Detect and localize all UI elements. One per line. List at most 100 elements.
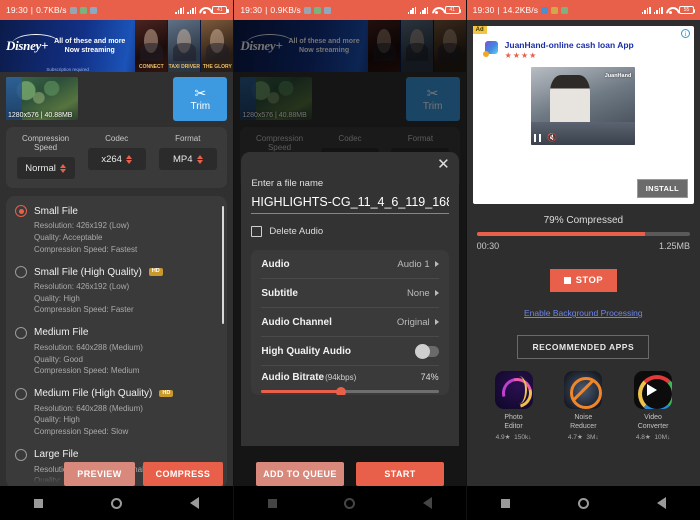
install-button[interactable]: INSTALL — [636, 179, 688, 198]
list-item[interactable]: Medium File (High Quality) HD Resolution… — [6, 387, 227, 438]
list-item[interactable]: Small File Resolution: 426x192 (Low) Qua… — [6, 205, 227, 255]
delete-audio-row[interactable]: Delete Audio — [251, 226, 448, 237]
option-title: Medium File — [34, 327, 89, 339]
progress-meta: 00:30 1.25MB — [477, 241, 690, 251]
option-title: Small File — [34, 205, 78, 217]
ad-text: JuanHand-online cash loan App ★★★★ — [505, 40, 634, 60]
ad-title: JuanHand-online cash loan App — [504, 40, 634, 50]
updown-arrows-icon — [59, 163, 66, 173]
high-quality-audio-toggle[interactable] — [414, 343, 439, 359]
filename-dialog: ✕ Enter a file name HIGHLIGHTS-CG_11_4_6… — [241, 152, 459, 446]
mute-icon[interactable]: 🔇 — [547, 134, 557, 142]
preview-button[interactable]: PREVIEW — [64, 462, 135, 486]
bitrate-percent: 74% — [420, 372, 439, 382]
ad-star-rating: ★★★★ — [504, 51, 538, 61]
info-icon[interactable]: i — [680, 29, 690, 38]
status-sep: | — [265, 5, 268, 15]
juanhand-app-icon — [482, 40, 500, 57]
audio-bitrate-row: Audio Bitrate (94kbps) 74% — [261, 366, 439, 395]
add-to-queue-button[interactable]: ADD TO QUEUE — [255, 462, 344, 486]
hd-badge: HD — [148, 268, 163, 276]
app-downloads: 150k↓ — [514, 434, 532, 442]
progress-text: 79% Compressed — [543, 215, 624, 226]
radio-button[interactable] — [15, 205, 27, 218]
option-quality: Quality: High — [34, 415, 80, 425]
option-resolution: Resolution: 640x288 (Medium) — [34, 342, 143, 352]
start-button[interactable]: START — [355, 462, 444, 486]
video-thumbnail[interactable]: 1280x576 | 40.88MB — [6, 77, 78, 120]
status-sep: | — [30, 5, 34, 15]
ad-thumb-label: CONNECT — [138, 64, 164, 70]
radio-button[interactable] — [15, 326, 27, 339]
app-name-line2: Reducer — [570, 423, 597, 431]
list-item[interactable]: Medium File Resolution: 640x288 (Medium)… — [6, 326, 227, 377]
status-left: 19:30 | 0.7KB/s — [6, 5, 97, 15]
status-left: 19:30 | 0.9KB/s — [240, 5, 331, 15]
status-right: 41 — [407, 6, 462, 14]
progress-section: 79% Compressed 00:30 1.25MB — [476, 215, 690, 251]
notification-icon-2 — [79, 6, 87, 14]
pause-icon[interactable] — [534, 134, 542, 143]
setting-value: MP4 — [172, 153, 193, 165]
row-subtitle[interactable]: Subtitle None — [261, 279, 439, 308]
list-item[interactable]: Small File (High Quality) HD Resolution:… — [6, 266, 227, 316]
radio-button[interactable] — [15, 387, 27, 400]
compression-options-list[interactable]: Small File Resolution: 426x192 (Low) Qua… — [6, 196, 228, 489]
compress-button[interactable]: COMPRESS — [142, 462, 224, 486]
radio-button[interactable] — [15, 448, 27, 461]
trim-button[interactable]: ✂ Trim — [173, 76, 228, 121]
stop-button[interactable]: STOP — [549, 269, 617, 292]
row-audio[interactable]: Audio Audio 1 — [261, 250, 439, 279]
row-label: Audio Channel — [261, 316, 332, 328]
option-title: Medium File (High Quality) — [34, 388, 153, 400]
app-item[interactable]: Noise Reducer 4.7★ 3M↓ — [555, 371, 611, 441]
scrollbar[interactable] — [221, 206, 225, 325]
app-item[interactable]: Photo Editor 4.9★ 150k↓ — [486, 371, 542, 441]
ad-video-player[interactable]: JuanHand 🔇 — [531, 67, 636, 146]
delete-audio-checkbox[interactable] — [251, 226, 263, 237]
setting-codec[interactable]: Codec x264 — [81, 134, 152, 179]
back-icon[interactable] — [190, 497, 200, 509]
setting-compression-speed[interactable]: Compression Speed Normal — [10, 134, 81, 180]
setting-spinner[interactable]: x264 — [87, 148, 146, 171]
juanhand-ad-card[interactable]: Ad i JuanHand-online cash loan App ★★★★ … — [472, 26, 694, 204]
ad-thumb-label: TAXI DRIVER — [168, 64, 200, 70]
option-speed: Compression Speed: Medium — [34, 366, 140, 376]
status-right: 55 — [641, 6, 696, 14]
status-netspeed: 0.9KB/s — [270, 5, 301, 15]
back-icon[interactable] — [656, 497, 666, 509]
radio-button[interactable] — [15, 266, 27, 279]
home-icon[interactable] — [111, 497, 123, 509]
wifi-icon — [666, 6, 676, 14]
setting-spinner[interactable]: MP4 — [158, 148, 217, 171]
slider-knob[interactable] — [336, 386, 347, 395]
recommended-apps-button[interactable]: RECOMMENDED APPS — [517, 335, 650, 359]
home-icon[interactable] — [577, 497, 589, 509]
recents-icon[interactable] — [34, 498, 44, 508]
status-time: 19:30 — [240, 5, 263, 15]
ad-video-controls: 🔇 — [534, 134, 557, 143]
app-item[interactable]: Video Converter 4.8★ 10M↓ — [625, 371, 681, 441]
ad-thumb-label: THE GLORY — [202, 64, 232, 70]
trim-label: Trim — [190, 100, 211, 112]
recents-icon[interactable] — [500, 498, 510, 508]
disney-ad-banner[interactable]: Disney+ All of these and more Now stream… — [0, 20, 234, 72]
status-netspeed: 0.7KB/s — [36, 5, 67, 15]
app-name-line1: Photo — [504, 414, 523, 421]
bitrate-slider[interactable] — [261, 386, 439, 395]
row-audio-channel[interactable]: Audio Channel Original — [261, 308, 439, 337]
setting-format[interactable]: Format MP4 — [152, 134, 223, 179]
option-header: Small File — [15, 205, 217, 218]
option-meta: Resolution: 426x192 (Low) Quality: Accep… — [34, 220, 217, 255]
setting-spinner[interactable]: Normal — [16, 157, 75, 180]
option-title: Large File — [34, 449, 79, 460]
hd-badge: HD — [159, 389, 174, 398]
ad-copy: All of these and more Now streaming — [54, 37, 125, 56]
filename-input[interactable]: HIGHLIGHTS-CG_11_4_6_119_1684244781 — [251, 193, 449, 214]
delete-audio-label: Delete Audio — [269, 226, 324, 237]
enable-background-processing-link[interactable]: Enable Background Processing — [467, 308, 700, 318]
elapsed-time: 00:30 — [476, 241, 500, 251]
close-icon[interactable]: ✕ — [437, 157, 450, 172]
row-high-quality-audio[interactable]: High Quality Audio — [261, 337, 439, 366]
option-resolution: Resolution: 426x192 (Low) — [34, 221, 130, 231]
